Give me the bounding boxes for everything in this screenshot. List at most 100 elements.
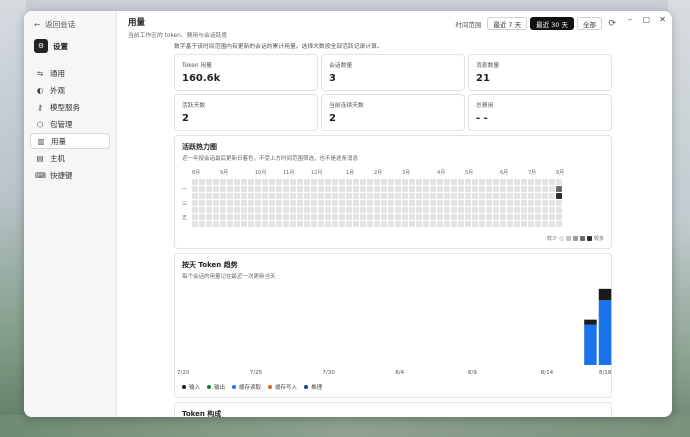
legend-swatch xyxy=(579,236,585,241)
heatmap-cell xyxy=(248,200,254,206)
heatmap-cell xyxy=(486,221,492,227)
heatmap-cell xyxy=(227,200,233,206)
heatmap-cell xyxy=(199,207,205,213)
close-icon[interactable]: ✕ xyxy=(659,15,666,24)
heatmap-cell xyxy=(311,221,317,227)
heatmap-month-label: 10月 xyxy=(255,170,267,176)
heatmap-cell xyxy=(528,193,534,199)
heatmap-cell xyxy=(388,207,394,213)
heatmap-cell xyxy=(276,207,282,213)
heatmap-cell xyxy=(514,179,520,185)
heatmap-cell xyxy=(458,193,464,199)
heatmap-cell xyxy=(199,200,205,206)
heatmap-cell xyxy=(374,207,380,213)
key-icon: ⚷ xyxy=(37,102,43,112)
heatmap-cell xyxy=(416,214,422,220)
trend-legend-item: 推理 xyxy=(304,383,322,391)
sidebar-item-package[interactable]: ⬡ 包管理 xyxy=(30,116,110,132)
sidebar-item-chart[interactable]: ▥ 用量 xyxy=(30,133,110,149)
range-30d-button[interactable]: 最近 30 天 xyxy=(530,17,574,30)
heatmap-cell xyxy=(318,207,324,213)
heatmap-cell xyxy=(325,186,331,192)
sidebar-item-server[interactable]: ▤ 主机 xyxy=(30,150,110,166)
heatmap-cell xyxy=(297,193,303,199)
heatmap-cell xyxy=(241,193,247,199)
heatmap-cell xyxy=(465,186,471,192)
stat-label: 活跃天数 xyxy=(182,103,206,109)
heatmap-cell xyxy=(451,207,457,213)
heatmap-cell xyxy=(472,214,478,220)
heatmap-cell xyxy=(444,186,450,192)
legend-more: 较多 xyxy=(593,236,604,242)
trend-legend-item: 输出 xyxy=(207,383,225,391)
heatmap-cell xyxy=(311,179,317,185)
stat-value: 3 xyxy=(329,73,336,84)
back-to-chat-button[interactable]: ← 返回会话 xyxy=(30,17,110,31)
heatmap-cell xyxy=(395,207,401,213)
heatmap-cell xyxy=(542,214,548,220)
heatmap-cell xyxy=(325,221,331,227)
heatmap-cell xyxy=(423,214,429,220)
heatmap-cell xyxy=(332,200,338,206)
heatmap-cell xyxy=(479,186,485,192)
heatmap-cell xyxy=(234,193,240,199)
sidebar-item-sliders[interactable]: ⇋ 通用 xyxy=(30,65,110,81)
legend-label: 输出 xyxy=(214,385,226,391)
heatmap-cell xyxy=(192,186,198,192)
heatmap-cell xyxy=(220,214,226,220)
sidebar-item-key[interactable]: ⚷ 模型服务 xyxy=(30,99,110,115)
heatmap-cell xyxy=(290,179,296,185)
sidebar-item-label: 主机 xyxy=(50,153,65,163)
heatmap-cell xyxy=(493,193,499,199)
heatmap-cell xyxy=(430,221,436,227)
heatmap-cell xyxy=(311,207,317,213)
trend-bar-segment xyxy=(584,324,597,365)
legend-label: 缓存写入 xyxy=(275,385,298,391)
heatmap-cell xyxy=(192,200,198,206)
trend-x-tick: 8/14 xyxy=(540,370,554,376)
heatmap-month-label: 8月 xyxy=(192,170,201,176)
maximize-icon[interactable]: ▢ xyxy=(642,15,650,24)
heatmap-cell xyxy=(451,179,457,185)
trend-chart xyxy=(584,288,612,365)
heatmap-cell xyxy=(297,186,303,192)
heatmap-cell xyxy=(409,179,415,185)
heatmap-cell xyxy=(528,200,534,206)
heatmap-cell xyxy=(409,186,415,192)
heatmap-cell xyxy=(409,200,415,206)
heatmap-cell xyxy=(367,214,373,220)
heatmap-cell xyxy=(192,221,198,227)
heatmap-cell xyxy=(283,214,289,220)
minimize-icon[interactable]: – xyxy=(628,15,632,24)
stat-value: 21 xyxy=(476,73,490,84)
heatmap-cell xyxy=(269,207,275,213)
heatmap-cell xyxy=(283,200,289,206)
heatmap-cell xyxy=(227,207,233,213)
range-7d-button[interactable]: 最近 7 天 xyxy=(487,17,528,30)
heatmap-cell xyxy=(535,200,541,206)
server-icon: ▤ xyxy=(36,153,44,163)
heatmap-cell xyxy=(542,221,548,227)
heatmap-cell xyxy=(528,221,534,227)
heatmap-cell xyxy=(556,221,562,227)
heatmap-cell xyxy=(304,214,310,220)
range-all-button[interactable]: 全部 xyxy=(577,17,602,30)
heatmap-cell xyxy=(444,207,450,213)
sidebar-item-keyboard[interactable]: ⌨ 快捷键 xyxy=(30,167,110,183)
stat-card: 总费用 - - xyxy=(468,94,612,131)
heatmap-cell xyxy=(542,179,548,185)
stat-value: 2 xyxy=(329,113,336,124)
refresh-icon[interactable]: ⟳ xyxy=(608,19,616,29)
sidebar-item-palette[interactable]: ◐ 外观 xyxy=(30,82,110,98)
heatmap-grid: 一三五 xyxy=(182,179,604,231)
heatmap-cell xyxy=(241,207,247,213)
heatmap-cell xyxy=(199,186,205,192)
heatmap-cell xyxy=(514,193,520,199)
heatmap-cell xyxy=(297,179,303,185)
heatmap-cell xyxy=(437,207,443,213)
sidebar-item-label: 模型服务 xyxy=(50,102,80,112)
heatmap-cell xyxy=(192,214,198,220)
heatmap-cell xyxy=(458,200,464,206)
heatmap-cell xyxy=(486,200,492,206)
heatmap-cell xyxy=(542,207,548,213)
